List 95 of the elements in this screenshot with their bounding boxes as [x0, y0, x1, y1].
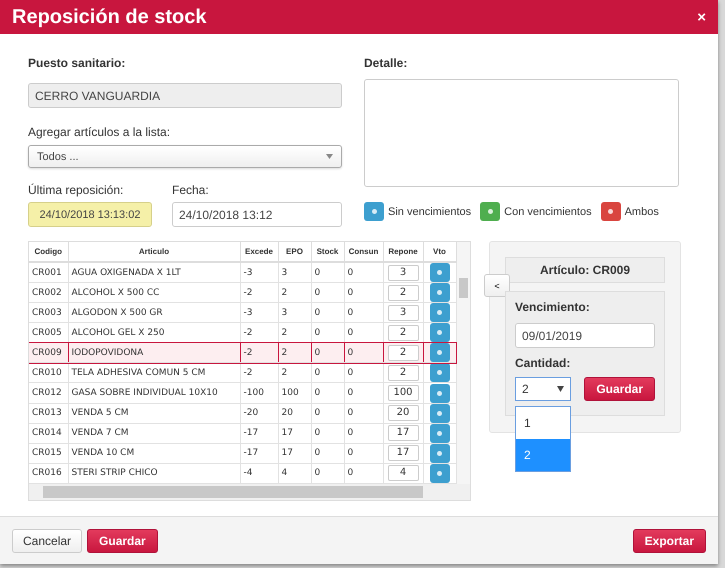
- legend-label: Ambos: [600, 202, 659, 221]
- caret-icon: [326, 154, 333, 159]
- table-row[interactable]: CR002 ALCOHOL X 500 CC -2 2 0 0 2: [29, 282, 456, 303]
- expiry-button[interactable]: [430, 303, 450, 322]
- quantity-field[interactable]: 2: [388, 284, 418, 301]
- quantity-field[interactable]: 3: [388, 304, 418, 321]
- input-field: CERRO VANGUARDIA: [28, 83, 342, 108]
- table-cell: 0: [311, 342, 344, 363]
- vertical-scrollbar[interactable]: [456, 242, 470, 484]
- table-cell: 0: [344, 342, 383, 363]
- table-cell: 0: [344, 443, 383, 464]
- legend-label: Con vencimientos: [480, 202, 592, 221]
- table-row[interactable]: CR012 GASA SOBRE INDIVIDUAL 10X10 -100 100 0 0 100: [29, 382, 456, 404]
- table-cell: CR014: [29, 423, 68, 444]
- table-row[interactable]: CR013 VENDA 5 CM -20 20 0 0 20: [29, 403, 456, 424]
- table-cell: -20: [240, 403, 278, 424]
- table-cell: 17: [278, 443, 311, 464]
- expiry-button[interactable]: [430, 283, 450, 302]
- table-cell: 20: [278, 403, 311, 424]
- legend-label: Sin vencimientos: [364, 202, 472, 221]
- caret-icon: [557, 386, 564, 392]
- panel-title: Artículo: CR009: [505, 257, 665, 283]
- field-label: Última reposición:: [28, 183, 124, 197]
- legend-button[interactable]: [480, 202, 500, 221]
- table-cell: 100: [278, 382, 311, 404]
- expiry-button[interactable]: [430, 424, 450, 442]
- input-field[interactable]: 24/10/2018 13:12: [172, 202, 342, 227]
- expiry-button[interactable]: [430, 384, 450, 402]
- table-cell: 0: [344, 382, 383, 404]
- legend-button[interactable]: [364, 202, 384, 221]
- expiry-button[interactable]: [430, 363, 450, 382]
- save-button[interactable]: Guardar: [584, 377, 655, 401]
- table-row[interactable]: CR005 ALCOHOL GEL X 250 -2 2 0 0 2: [29, 322, 456, 343]
- table-cell: -100: [240, 382, 278, 404]
- table-cell: CR012: [29, 382, 68, 404]
- field-label: Puesto sanitario:: [28, 56, 126, 70]
- table-cell: 0: [311, 382, 344, 404]
- table-cell: CR015: [29, 443, 68, 464]
- input-field[interactable]: 24/10/2018 13:13:02: [28, 202, 152, 227]
- quantity-field[interactable]: 17: [388, 445, 418, 462]
- table-cell: 2: [278, 342, 311, 363]
- quantity-field[interactable]: 100: [388, 385, 418, 401]
- dialog-title: Reposición de stock: [12, 6, 206, 28]
- horizontal-scrollbar[interactable]: [29, 484, 470, 500]
- quantity-field[interactable]: 20: [388, 405, 418, 422]
- table-row[interactable]: CR014 VENDA 7 CM -17 17 0 0 17: [29, 423, 456, 444]
- save-button[interactable]: Guardar: [87, 528, 158, 552]
- quantity-field[interactable]: 17: [388, 425, 418, 442]
- table-cell: -17: [240, 443, 278, 464]
- close-button[interactable]: ×: [697, 8, 706, 26]
- expiry-button[interactable]: [430, 464, 450, 482]
- quantity-field[interactable]: 2: [388, 324, 418, 341]
- field-label: Fecha:: [172, 183, 210, 197]
- table-row[interactable]: CR009 IODOPOVIDONA -2 2 0 0 2: [29, 342, 456, 363]
- table-cell: IODOPOVIDONA: [68, 342, 240, 363]
- table-row[interactable]: CR003 ALGODON X 500 GR -3 3 0 0 3: [29, 302, 456, 323]
- field-label: Cantidad:: [515, 356, 572, 370]
- quantity-field[interactable]: 2: [388, 344, 418, 361]
- table-cell: CR009: [29, 342, 68, 363]
- table-cell: 17: [278, 423, 311, 444]
- dropdown[interactable]: Todos ...: [28, 145, 342, 168]
- expiry-button[interactable]: [430, 263, 450, 282]
- expiry-button[interactable]: [430, 404, 450, 422]
- table-cell: GASA SOBRE INDIVIDUAL 10X10: [68, 382, 240, 404]
- table-cell: 0: [311, 423, 344, 444]
- expiry-button[interactable]: [430, 323, 450, 342]
- quantity-field[interactable]: 2: [388, 364, 418, 381]
- input-field[interactable]: 09/01/2019: [515, 323, 655, 348]
- table-cell: 0: [344, 403, 383, 424]
- table-row[interactable]: CR015 VENDA 10 CM -17 17 0 0 17: [29, 443, 456, 464]
- table-cell: VENDA 5 CM: [68, 403, 240, 424]
- expiry-button[interactable]: [430, 444, 450, 462]
- legend-button[interactable]: [600, 202, 621, 221]
- export-button[interactable]: Exportar: [632, 528, 706, 552]
- table-cell: -17: [240, 423, 278, 444]
- table-cell: -2: [240, 342, 278, 363]
- expiry-button[interactable]: [430, 343, 450, 362]
- field-label: Vencimiento:: [515, 300, 591, 314]
- table-row[interactable]: CR010 TELA ADHESIVA COMUN 5 CM -2 2 0 0 2: [29, 362, 456, 383]
- table-cell: 0: [311, 403, 344, 424]
- quantity-field[interactable]: 4: [388, 465, 418, 482]
- collapse-button[interactable]: <: [484, 274, 510, 297]
- table-row[interactable]: CR016 STERI STRIP CHICO -4 4 0 0 4: [29, 463, 456, 484]
- quantity-field[interactable]: 3: [388, 264, 418, 281]
- table-cell: 0: [344, 423, 383, 444]
- table-row[interactable]: CR001 AGUA OXIGENADA X 1LT -3 3 0 0 3: [29, 262, 456, 283]
- field-label: Detalle:: [364, 56, 408, 70]
- text-area[interactable]: [364, 79, 679, 187]
- table-cell: CR013: [29, 403, 68, 424]
- cancel-button[interactable]: Cancelar: [12, 528, 82, 552]
- quantity-select[interactable]: 2: [515, 377, 571, 401]
- field-label: Agregar artículos a la lista:: [28, 125, 172, 139]
- table-cell: 0: [311, 443, 344, 464]
- table-cell: VENDA 10 CM: [68, 443, 240, 464]
- table-cell: VENDA 7 CM: [68, 423, 240, 444]
